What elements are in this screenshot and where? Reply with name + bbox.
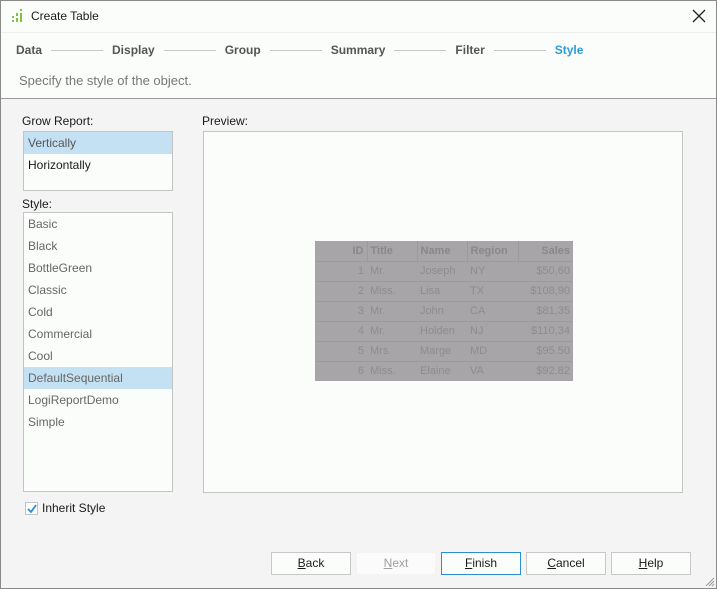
preview-cell: NJ — [467, 321, 518, 342]
preview-row: 5 Mrs. Marge MD $95.50 — [315, 341, 573, 362]
button-label: ack — [305, 556, 325, 570]
column-header: ID — [315, 241, 368, 262]
checkmark-icon — [27, 503, 37, 513]
preview-row: 6 Miss. Elaine VA $92.82 — [315, 361, 573, 381]
preview-cell: Mr. — [367, 261, 417, 282]
preview-header-row: ID Title Name Region Sales — [315, 241, 573, 262]
preview-cell: $92.82 — [536, 365, 570, 378]
inherit-style-label: Inherit Style — [42, 501, 106, 515]
preview-cell: VA — [470, 365, 484, 378]
report-bars-icon — [12, 9, 22, 22]
create-table-dialog: Create Table Data Display Group Summary … — [0, 0, 717, 589]
preview-cell: NY — [467, 261, 518, 282]
preview-cell: 1 — [315, 261, 367, 282]
mnemonic: B — [297, 556, 306, 570]
grow-option-horizontally[interactable]: Horizontally — [24, 154, 172, 176]
preview-cell: Lisa — [417, 281, 467, 302]
preview-cell: $95.50 — [518, 341, 573, 362]
preview-cell: Miss. — [370, 365, 396, 378]
preview-cell: $81,35 — [518, 301, 573, 322]
preview-table: ID Title Name Region Sales 1 Mr. Joseph NY $… — [315, 241, 573, 381]
style-option[interactable]: Simple — [24, 411, 172, 433]
column-header: Name — [417, 241, 468, 262]
style-option[interactable]: BottleGreen — [24, 257, 172, 279]
preview-cell: Marge — [417, 341, 467, 362]
style-option[interactable]: Classic — [24, 279, 172, 301]
step-display[interactable]: Display — [112, 43, 155, 57]
preview-cell: Holden — [417, 321, 467, 342]
preview-pane: ID Title Name Region Sales 1 Mr. Joseph NY $… — [203, 131, 683, 493]
resize-grip-icon[interactable] — [703, 575, 715, 587]
style-option[interactable]: Commercial — [24, 323, 172, 345]
step-style[interactable]: Style — [555, 43, 584, 57]
column-header: Title — [367, 241, 418, 262]
preview-cell: $108,90 — [518, 281, 573, 302]
preview-cell: MD — [467, 341, 518, 362]
grow-option-vertically[interactable]: Vertically — [24, 132, 172, 154]
wizard-header: Data Display Group Summary Filter Style … — [1, 32, 716, 99]
style-option[interactable]: LogiReportDemo — [24, 389, 172, 411]
help-button[interactable]: Help — [611, 552, 691, 575]
style-option[interactable]: Basic — [24, 213, 172, 235]
checkbox-box[interactable] — [25, 501, 38, 515]
preview-row: 3 Mr. John CA $81,35 — [315, 301, 573, 322]
wizard-subtitle: Specify the style of the object. — [19, 73, 192, 88]
preview-cell: Miss. — [367, 281, 417, 302]
style-option[interactable]: Cold — [24, 301, 172, 323]
preview-cell: 5 — [315, 341, 367, 362]
step-filter[interactable]: Filter — [455, 43, 484, 57]
style-option-selected[interactable]: DefaultSequential — [24, 367, 172, 389]
preview-cell: $50,60 — [518, 261, 573, 282]
step-group[interactable]: Group — [225, 43, 261, 57]
step-connector — [493, 49, 546, 51]
preview-cell: John — [417, 301, 467, 322]
style-label: Style: — [22, 197, 53, 211]
preview-cell: Mr. — [367, 321, 417, 342]
finish-button[interactable]: Finish — [441, 552, 521, 575]
grow-report-label: Grow Report: — [22, 114, 94, 128]
step-summary[interactable]: Summary — [331, 43, 386, 57]
preview-cell: TX — [467, 281, 518, 302]
column-header: Region — [467, 241, 519, 262]
mnemonic: C — [547, 556, 556, 570]
step-data[interactable]: Data — [16, 43, 42, 57]
preview-label: Preview: — [202, 114, 249, 128]
style-option[interactable]: Cool — [24, 345, 172, 367]
preview-row: 4 Mr. Holden NJ $110,34 — [315, 321, 573, 342]
preview-row: 1 Mr. Joseph NY $50,60 — [315, 261, 573, 282]
preview-cell: 2 — [315, 281, 367, 302]
preview-row: 2 Miss. Lisa TX $108,90 — [315, 281, 573, 302]
button-label: elp — [647, 556, 664, 570]
button-label: ancel — [555, 556, 585, 570]
column-header: Sales — [518, 241, 573, 262]
inherit-style-checkbox[interactable]: Inherit Style — [25, 501, 105, 515]
next-button: Next — [356, 552, 436, 575]
step-connector — [269, 49, 322, 51]
back-button[interactable]: Back — [271, 552, 351, 575]
grow-report-list[interactable]: Vertically Horizontally — [23, 131, 173, 191]
preview-cell: 4 — [315, 321, 367, 342]
preview-cell: 6 — [357, 365, 364, 378]
cancel-button[interactable]: Cancel — [526, 552, 606, 575]
button-label: ext — [392, 556, 409, 570]
preview-cell: Mr. — [367, 301, 417, 322]
wizard-steps: Data Display Group Summary Filter Style — [16, 43, 583, 57]
window-title: Create Table — [31, 9, 99, 23]
close-icon[interactable] — [690, 7, 708, 25]
preview-cell: 3 — [315, 301, 367, 322]
button-label: inish — [472, 556, 498, 570]
step-connector — [394, 49, 447, 51]
preview-cell: Mrs. — [367, 341, 417, 362]
style-option[interactable]: Black — [24, 235, 172, 257]
preview-cell: $110,34 — [518, 321, 573, 342]
preview-cell: CA — [467, 301, 518, 322]
title-bar: Create Table — [1, 1, 716, 32]
style-list[interactable]: Basic Black BottleGreen Classic Cold Com… — [23, 212, 173, 492]
preview-cell: Joseph — [417, 261, 467, 282]
step-connector — [51, 49, 104, 51]
step-connector — [163, 49, 216, 51]
preview-cell: Elaine — [420, 365, 451, 378]
